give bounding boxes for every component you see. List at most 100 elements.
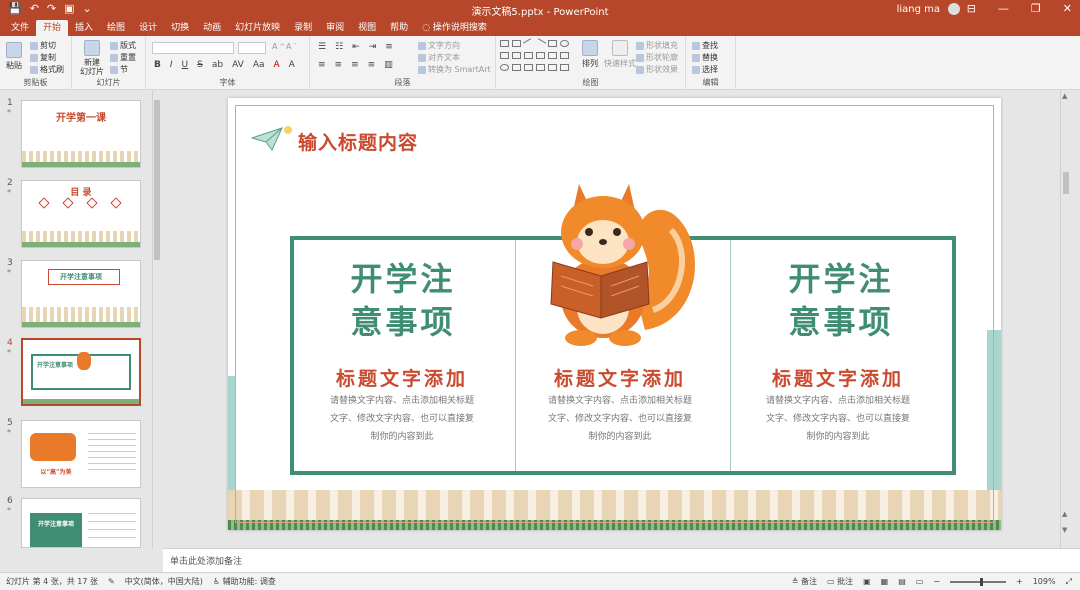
highlight-button[interactable]: A: [289, 60, 295, 70]
tab-file[interactable]: 文件: [4, 20, 36, 36]
tab-review[interactable]: 审阅: [319, 20, 351, 36]
reset-button[interactable]: 重置: [110, 52, 136, 63]
zoom-level[interactable]: 109%: [1033, 577, 1056, 586]
thumbnail-scrollbar[interactable]: [152, 90, 160, 548]
bold-button[interactable]: B: [154, 60, 161, 70]
select-button[interactable]: 选择: [692, 64, 718, 75]
shape-rect-icon[interactable]: [512, 40, 521, 47]
minimize-icon[interactable]: —: [998, 2, 1009, 15]
tab-transitions[interactable]: 切换: [164, 20, 196, 36]
notes-pane[interactable]: 单击此处添加备注: [163, 548, 1080, 572]
column-3-subtitle[interactable]: 标题文字添加: [738, 364, 938, 391]
slide-sorter-icon[interactable]: ▦: [881, 577, 889, 586]
shape-ellipse-icon[interactable]: [500, 64, 509, 71]
zoom-in-icon[interactable]: +: [1016, 577, 1023, 586]
editor-scrollbar[interactable]: ▲ ▲ ▼: [1060, 90, 1070, 548]
shape-pentagon-icon[interactable]: [512, 64, 521, 71]
tab-record[interactable]: 录制: [287, 20, 319, 36]
ribbon-display-icon[interactable]: ⊟: [967, 2, 976, 15]
user-account[interactable]: liang ma: [897, 3, 960, 15]
shape-fill-button[interactable]: 形状填充: [636, 40, 678, 51]
slide-heading[interactable]: 输入标题内容: [298, 128, 418, 155]
slideshow-icon[interactable]: ▭: [916, 577, 924, 586]
comments-button[interactable]: ▭ 批注: [827, 576, 853, 587]
shrink-font-icon[interactable]: Aˇ: [286, 42, 297, 51]
shape-oval-icon[interactable]: [560, 40, 569, 47]
notes-button[interactable]: ≙ 备注: [792, 576, 817, 587]
slide-thumbnail-3[interactable]: 开学注意事项: [21, 260, 141, 328]
tab-animations[interactable]: 动画: [196, 20, 228, 36]
shape-effects-button[interactable]: 形状效果: [636, 64, 678, 75]
slide-thumbnail-4[interactable]: 开学注意事项: [21, 338, 141, 406]
shape-line-icon[interactable]: [522, 38, 535, 49]
editor-scroll-thumb[interactable]: [1063, 172, 1069, 194]
reading-view-icon[interactable]: ▤: [898, 577, 906, 586]
column-2-subtitle[interactable]: 标题文字添加: [520, 364, 720, 391]
layout-button[interactable]: 版式: [110, 40, 136, 51]
shape-star2-icon[interactable]: [548, 64, 557, 71]
scroll-up-icon[interactable]: ▲: [1062, 92, 1067, 100]
shape-triangle-icon[interactable]: [512, 52, 521, 59]
smartart-button[interactable]: 转换为 SmartArt: [418, 64, 491, 75]
replace-button[interactable]: 替换: [692, 52, 718, 63]
justify-icon[interactable]: ≡: [368, 60, 376, 70]
paste-button[interactable]: 粘贴: [6, 42, 22, 71]
tab-help[interactable]: 帮助: [383, 20, 415, 36]
tab-design[interactable]: 设计: [132, 20, 164, 36]
spelling-icon[interactable]: ✎: [108, 577, 115, 586]
numbering-icon[interactable]: ☷: [335, 42, 343, 52]
align-left-icon[interactable]: ≡: [318, 60, 326, 70]
line-spacing-icon[interactable]: ≡: [385, 42, 393, 52]
tab-view[interactable]: 视图: [351, 20, 383, 36]
copy-button[interactable]: 复制: [30, 52, 56, 63]
slide-thumbnail-1[interactable]: 开学第一课: [21, 100, 141, 168]
columns-icon[interactable]: ▥: [384, 60, 393, 70]
cut-button[interactable]: 剪切: [30, 40, 56, 51]
fit-slide-icon[interactable]: ⤢: [1066, 577, 1072, 587]
zoom-out-icon[interactable]: −: [933, 577, 940, 586]
align-text-button[interactable]: 对齐文本: [418, 52, 460, 63]
new-slide-button[interactable]: 新建 幻灯片: [80, 40, 104, 76]
shape-brace2-icon[interactable]: [536, 64, 545, 71]
quick-styles-button[interactable]: 快速样式: [604, 40, 636, 69]
thumbnail-scroll-thumb[interactable]: [154, 100, 160, 260]
zoom-knob[interactable]: [980, 577, 984, 586]
column-3-body[interactable]: 请替换文字内容、点击添加相关标题 文字、修改文字内容、也可以直接复 制你的内容到…: [738, 392, 938, 446]
increase-indent-icon[interactable]: ⇥: [369, 42, 377, 52]
align-right-icon[interactable]: ≡: [351, 60, 359, 70]
next-slide-icon[interactable]: ▼: [1062, 526, 1067, 534]
restore-icon[interactable]: ❐: [1031, 2, 1041, 15]
align-center-icon[interactable]: ≡: [335, 60, 343, 70]
shape-outline-button[interactable]: 形状轮廓: [636, 52, 678, 63]
column-1-title[interactable]: 开学注 意事项: [318, 258, 488, 344]
bullets-icon[interactable]: ☰: [318, 42, 326, 52]
column-1-body[interactable]: 请替换文字内容、点击添加相关标题 文字、修改文字内容、也可以直接复 制你的内容到…: [302, 392, 502, 446]
column-1-subtitle[interactable]: 标题文字添加: [302, 364, 502, 391]
shape-textbox-icon[interactable]: [500, 40, 509, 47]
shape-rect2-icon[interactable]: [548, 40, 557, 47]
shapes-gallery[interactable]: [500, 38, 569, 74]
current-slide[interactable]: 输入标题内容 开学注 意事项 标题文字添加 请替换文字内容、点击添加相关标题 文…: [228, 98, 1001, 530]
accessibility-status[interactable]: ♿ 辅助功能: 调查: [213, 576, 276, 587]
tab-slideshow[interactable]: 幻灯片放映: [228, 20, 287, 36]
column-3-title[interactable]: 开学注 意事项: [756, 258, 926, 344]
font-color-button[interactable]: A: [274, 60, 280, 70]
font-size-select[interactable]: [238, 42, 266, 54]
prev-slide-icon[interactable]: ▲: [1062, 510, 1067, 518]
format-painter-button[interactable]: 格式刷: [30, 64, 64, 75]
decrease-indent-icon[interactable]: ⇤: [352, 42, 360, 52]
shape-brace-icon[interactable]: [560, 52, 569, 59]
shape-rect3-icon[interactable]: [500, 52, 509, 59]
language-indicator[interactable]: 中文(简体，中国大陆): [125, 576, 203, 587]
text-direction-button[interactable]: 文字方向: [418, 40, 460, 51]
shape-arrow-icon[interactable]: [524, 52, 533, 59]
avatar[interactable]: [948, 3, 960, 15]
spacing-button[interactable]: AV: [232, 60, 244, 70]
squirrel-illustration[interactable]: [533, 180, 701, 348]
tab-insert[interactable]: 插入: [68, 20, 100, 36]
shape-line2-icon[interactable]: [534, 38, 547, 49]
normal-view-icon[interactable]: ▣: [863, 577, 871, 586]
tab-home[interactable]: 开始: [36, 20, 69, 36]
column-2-body[interactable]: 请替换文字内容、点击添加相关标题 文字、修改文字内容、也可以直接复 制你的内容到…: [520, 392, 720, 446]
shape-arrow2-icon[interactable]: [536, 52, 545, 59]
